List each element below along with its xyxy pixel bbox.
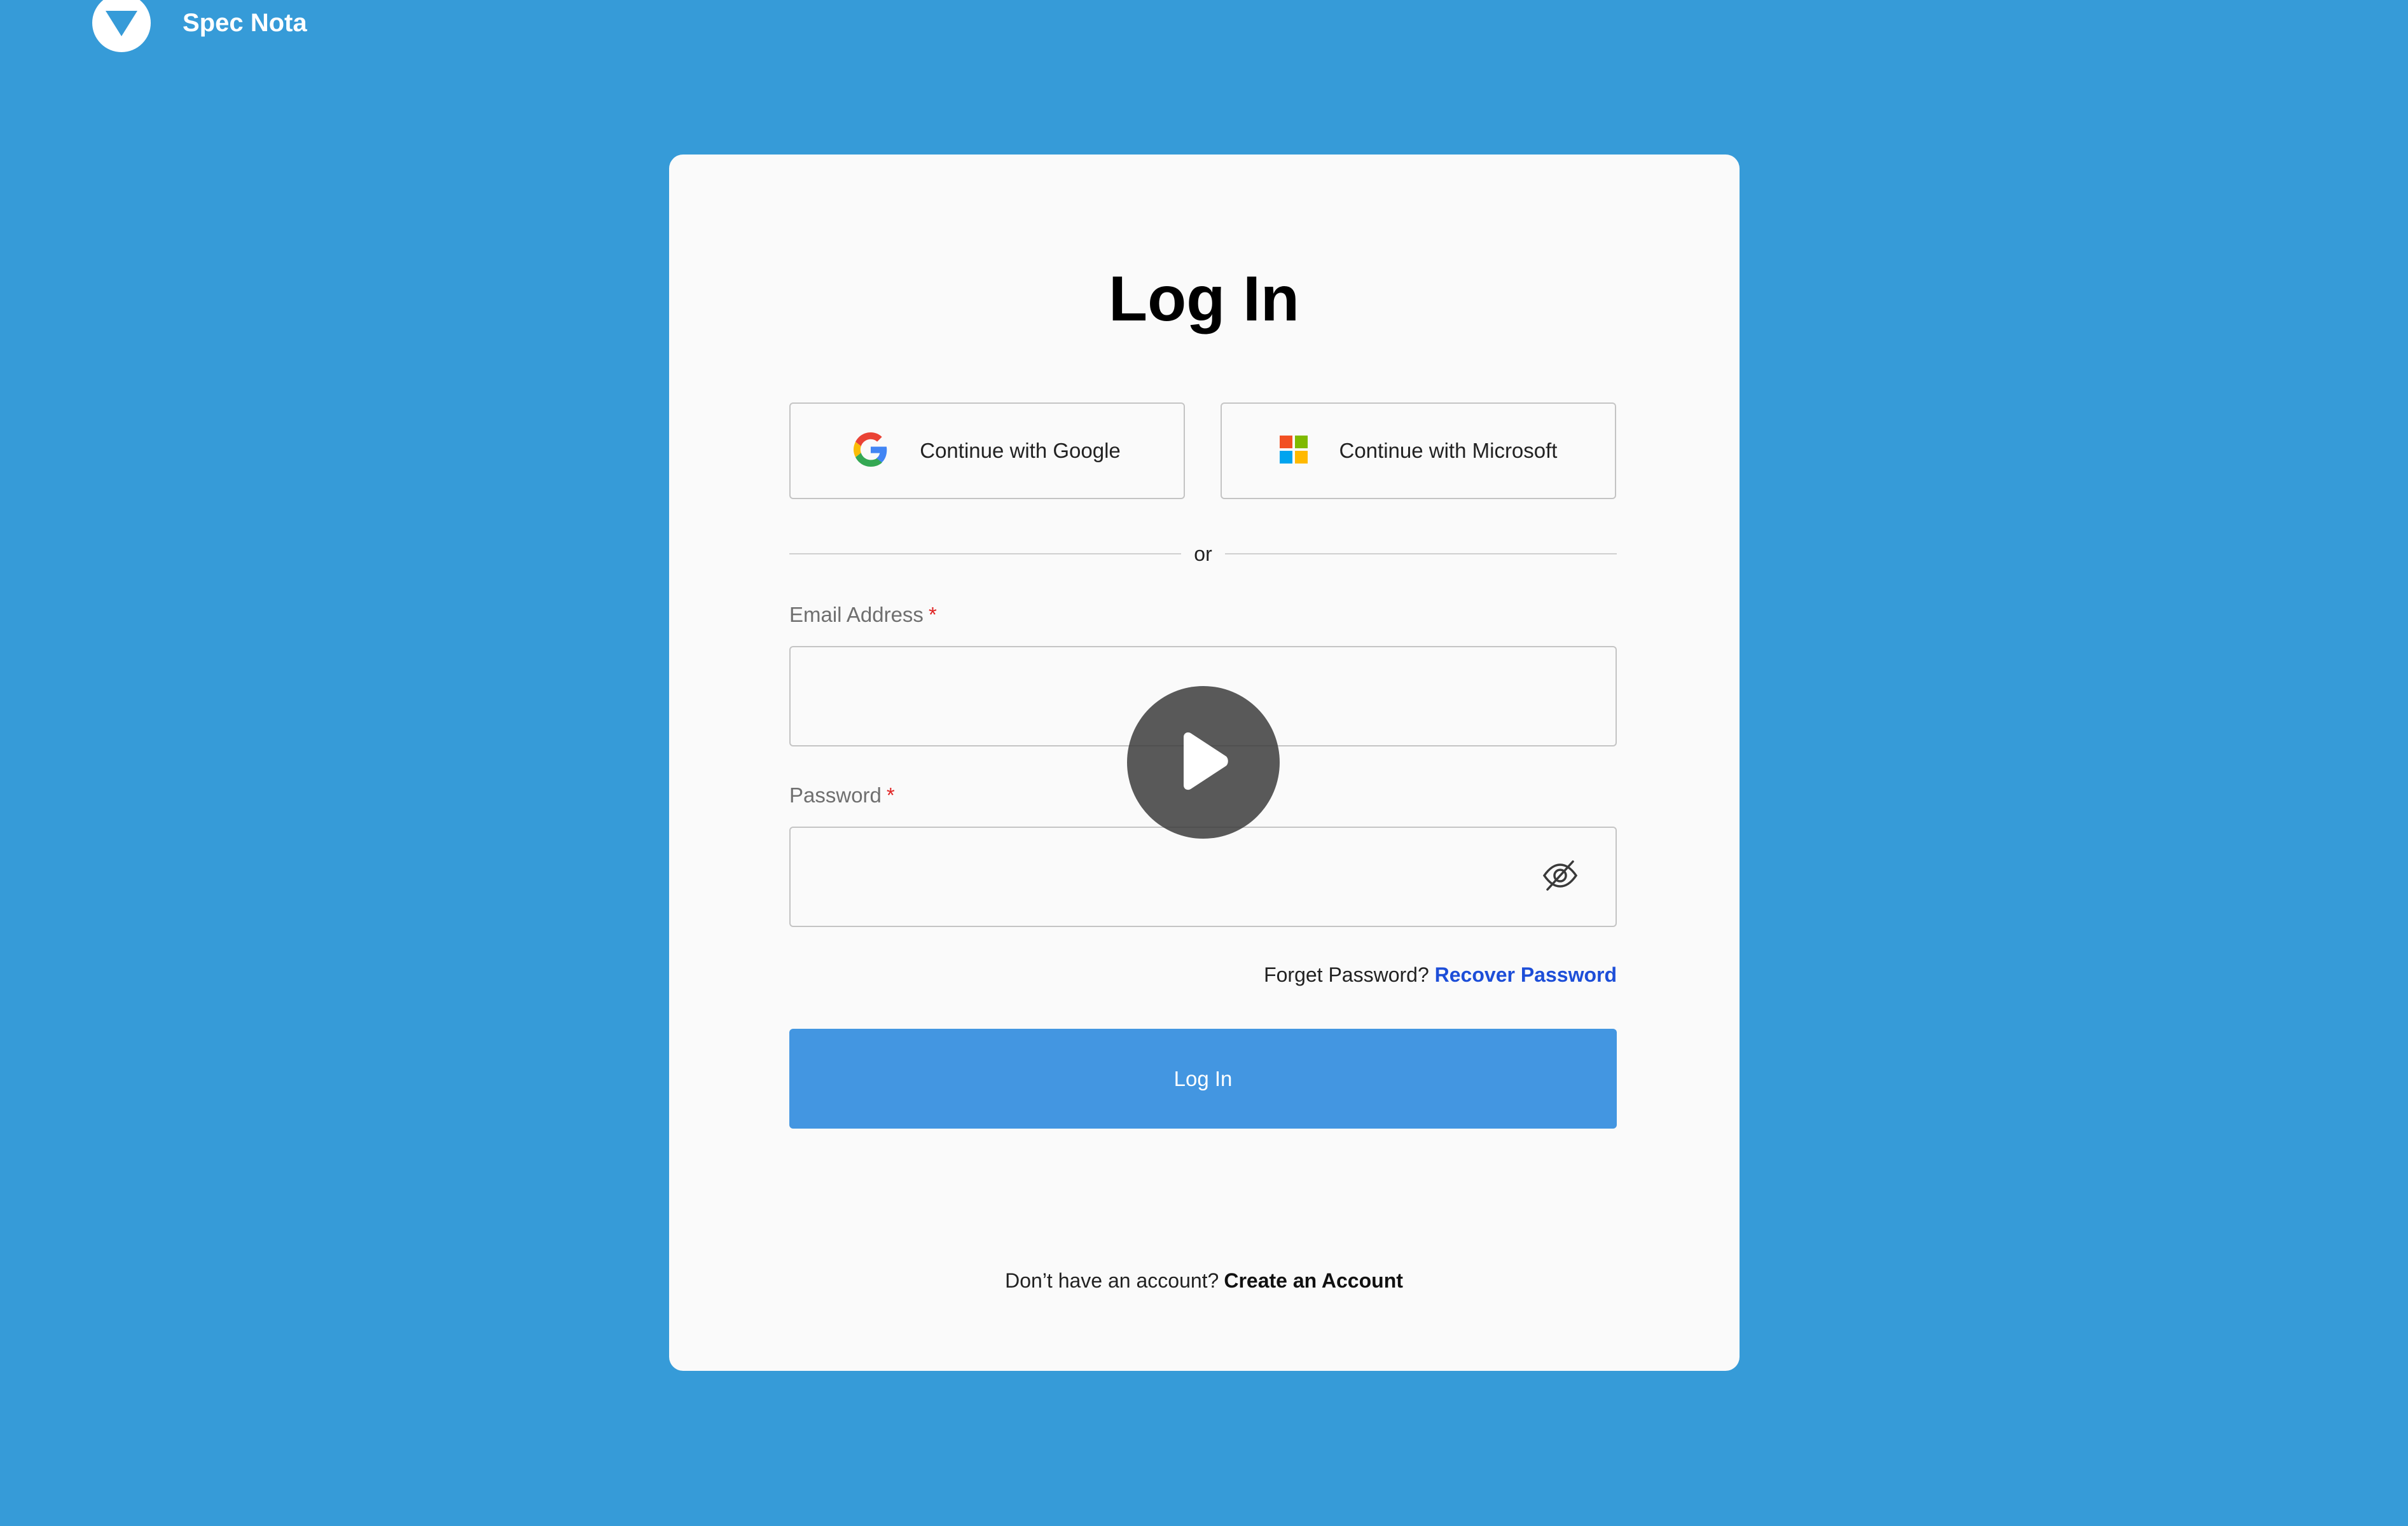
continue-with-google-button[interactable]: Continue with Google	[789, 402, 1185, 499]
password-required-marker: *	[886, 783, 895, 807]
microsoft-button-label: Continue with Microsoft	[1339, 439, 1558, 462]
email-label: Email Address *	[789, 603, 937, 627]
divider-text: or	[1194, 542, 1212, 565]
brand-logo-icon	[92, 0, 151, 52]
signup-text: Don’t have an account?	[1005, 1269, 1219, 1292]
recover-password-link[interactable]: Recover Password	[1435, 963, 1617, 986]
signup-row: Don’t have an account? Create an Account	[0, 1269, 2408, 1293]
email-label-text: Email Address	[789, 603, 924, 626]
video-play-button[interactable]	[1127, 686, 1280, 839]
divider-line-right	[1224, 553, 1617, 554]
divider-line-left	[789, 553, 1182, 554]
forgot-password-row: Forget Password? Recover Password	[1264, 963, 1617, 987]
password-label: Password *	[789, 783, 895, 808]
play-icon	[1175, 731, 1232, 795]
brand[interactable]: Spec Nota	[92, 0, 307, 52]
continue-with-microsoft-button[interactable]: Continue with Microsoft	[1221, 402, 1616, 499]
page-title: Log In	[1109, 263, 1299, 334]
password-field[interactable]	[789, 827, 1617, 927]
forgot-password-text: Forget Password?	[1264, 963, 1429, 986]
microsoft-icon	[1279, 435, 1308, 467]
create-account-link[interactable]: Create an Account	[1224, 1269, 1403, 1292]
email-required-marker: *	[928, 603, 937, 626]
password-label-text: Password	[789, 783, 882, 807]
or-divider: or	[789, 542, 1617, 565]
google-button-label: Continue with Google	[920, 439, 1121, 462]
brand-name: Spec Nota	[183, 8, 307, 37]
password-visibility-toggle[interactable]	[1540, 856, 1581, 897]
login-submit-button[interactable]: Log In	[789, 1029, 1617, 1129]
eye-off-icon	[1541, 856, 1579, 898]
google-icon	[854, 432, 888, 470]
